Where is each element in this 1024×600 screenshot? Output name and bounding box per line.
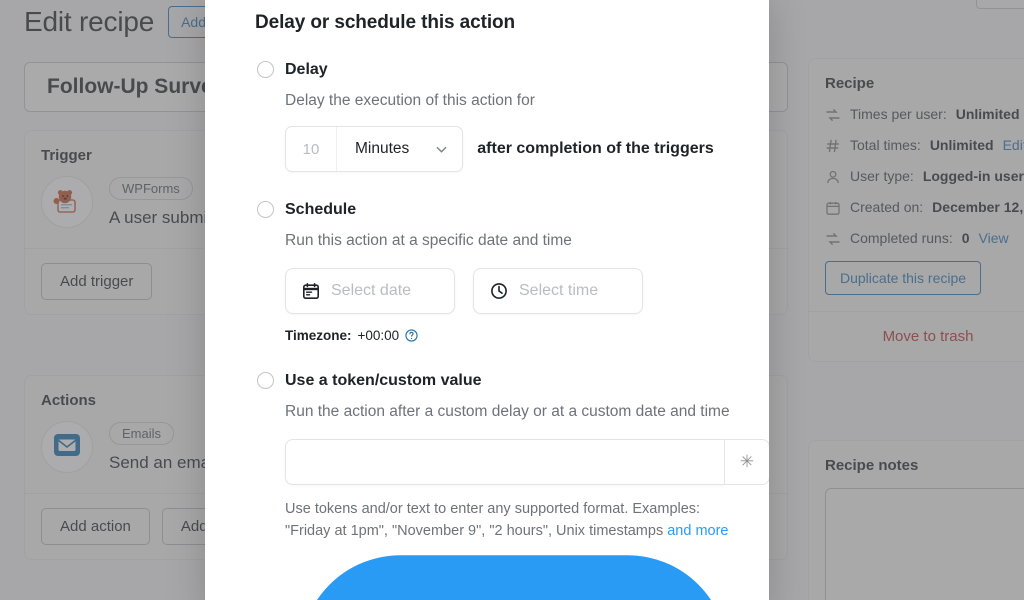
timezone-label: Timezone:: [285, 328, 352, 343]
radio-token[interactable]: [257, 372, 274, 389]
chevron-down-icon: [435, 143, 448, 156]
calendar-icon: [302, 282, 320, 300]
delay-unit-select[interactable]: Minutes: [336, 127, 462, 171]
delay-combo: 10 Minutes: [285, 126, 464, 172]
option-schedule-label: Schedule: [285, 201, 357, 218]
select-time-placeholder: Select time: [519, 282, 599, 299]
timezone-row: Timezone: +00:00: [285, 328, 739, 343]
option-token-label: Use a token/custom value: [285, 372, 482, 389]
select-date-input[interactable]: Select date: [285, 268, 455, 314]
token-picker-button[interactable]: ✳: [724, 439, 769, 485]
and-more-link[interactable]: and more: [667, 523, 728, 539]
option-delay-description: Delay the execution of this action for: [285, 92, 535, 109]
radio-schedule[interactable]: [257, 201, 274, 218]
modal-body: Delay or schedule this action Delay Dela…: [205, 0, 769, 600]
schedule-field-row: Select date Select time: [285, 268, 739, 314]
token-field-row: ✳: [285, 439, 769, 485]
option-token-description: Run the action after a custom delay or a…: [285, 403, 730, 420]
help-circle-icon[interactable]: [405, 329, 418, 342]
option-delay-label: Delay: [285, 61, 328, 78]
option-token[interactable]: Use a token/custom value Run the action …: [235, 371, 769, 600]
delay-field-row: 10 Minutes after completion of the trigg…: [285, 126, 739, 172]
option-schedule-description: Run this action at a specific date and t…: [285, 232, 572, 249]
token-help-part1: Use tokens and/or text to enter any supp…: [285, 501, 701, 539]
select-date-placeholder: Select date: [331, 282, 412, 299]
screen-root: Edit recipe Add new recipe Follow-Up Sur…: [0, 0, 1024, 600]
delay-schedule-modal: Delay or schedule this action Delay Dela…: [205, 0, 769, 600]
modal-title: Delay or schedule this action: [255, 12, 516, 33]
delay-amount-input[interactable]: 10: [286, 127, 336, 171]
radio-delay[interactable]: [257, 61, 274, 78]
option-delay[interactable]: Delay Delay the execution of this action…: [235, 60, 739, 172]
select-time-input[interactable]: Select time: [473, 268, 643, 314]
option-schedule[interactable]: Schedule Run this action at a specific d…: [235, 200, 739, 343]
delay-unit-value: Minutes: [355, 140, 410, 157]
timezone-value: +00:00: [357, 328, 400, 343]
token-help-text: Use tokens and/or text to enter any supp…: [285, 498, 739, 600]
delay-suffix-text: after completion of the triggers: [477, 140, 714, 157]
token-input[interactable]: [285, 439, 724, 485]
clock-icon: [490, 282, 508, 300]
